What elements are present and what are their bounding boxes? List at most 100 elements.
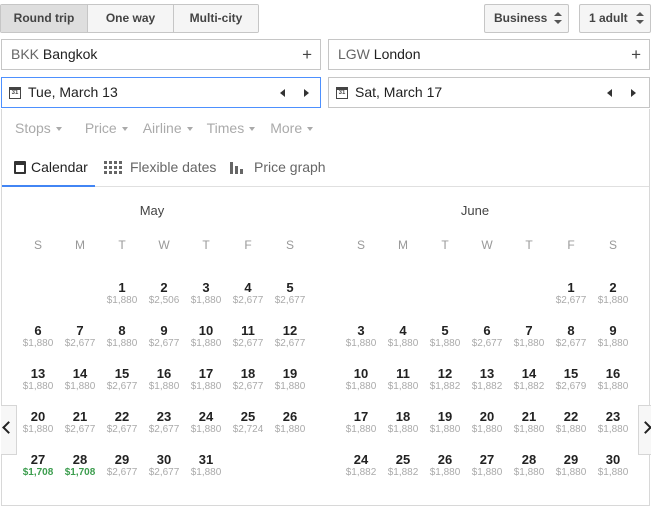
calendar-day[interactable]: 25 $2,724 [227, 410, 269, 436]
calendar-day[interactable]: 20 $1,880 [466, 410, 508, 436]
prev-day-icon[interactable] [607, 89, 612, 97]
day-price: $2,679 [555, 381, 587, 392]
add-origin-icon[interactable]: + [302, 40, 312, 69]
calendar-day[interactable]: 1 $1,880 [101, 281, 143, 307]
calendar-day[interactable]: 19 $1,880 [269, 367, 311, 393]
day-number: 9 [609, 323, 617, 338]
day-price: $2,506 [148, 295, 180, 306]
calendar-day[interactable]: 25 $1,882 [382, 453, 424, 479]
calendar-day[interactable]: 23 $2,677 [143, 410, 185, 436]
calendar-day[interactable]: 26 $1,880 [424, 453, 466, 479]
day-price: $1,880 [471, 467, 503, 478]
calendar-day[interactable]: 13 $1,882 [466, 367, 508, 393]
tab-calendar[interactable]: Calendar [2, 149, 95, 187]
day-price: $1,880 [22, 338, 54, 349]
calendar-day[interactable]: 18 $1,880 [382, 410, 424, 436]
calendar-day[interactable]: 12 $1,882 [424, 367, 466, 393]
filter-price[interactable]: Price [85, 120, 128, 136]
calendar-day[interactable]: 23 $1,880 [592, 410, 634, 436]
calendar-day[interactable]: 30 $1,880 [592, 453, 634, 479]
next-day-icon[interactable] [631, 89, 636, 97]
calendar-day[interactable]: 30 $2,677 [143, 453, 185, 479]
calendar-day[interactable]: 31 $1,880 [185, 453, 227, 479]
calendar-day[interactable]: 5 $1,880 [424, 324, 466, 350]
calendar-day[interactable]: 9 $2,677 [143, 324, 185, 350]
filter-stops[interactable]: Stops [15, 120, 62, 136]
calendar-day[interactable]: 16 $1,880 [592, 367, 634, 393]
one-way-button[interactable]: One way [88, 5, 174, 32]
day-number: 29 [563, 452, 579, 467]
calendar-day[interactable]: 17 $1,880 [340, 410, 382, 436]
calendar-day[interactable]: 5 $2,677 [269, 281, 311, 307]
origin-field[interactable]: BKK Bangkok + [1, 39, 321, 70]
calendar-day[interactable]: 22 $1,880 [550, 410, 592, 436]
calendar-day[interactable]: 14 $1,882 [508, 367, 550, 393]
day-price: $1,880 [555, 467, 587, 478]
calendar-day[interactable]: 26 $1,880 [269, 410, 311, 436]
next-day-icon[interactable] [304, 89, 309, 97]
calendar-day[interactable]: 15 $2,679 [550, 367, 592, 393]
calendar-day[interactable]: 1 $2,677 [550, 281, 592, 307]
previous-month-button[interactable] [1, 405, 17, 455]
calendar-day[interactable]: 3 $1,880 [340, 324, 382, 350]
calendar-day[interactable]: 15 $2,677 [101, 367, 143, 393]
filter-airline[interactable]: Airline [143, 120, 193, 136]
calendar-day[interactable]: 6 $1,880 [17, 324, 59, 350]
calendar-day[interactable]: 16 $1,880 [143, 367, 185, 393]
calendar-day[interactable]: 4 $2,677 [227, 281, 269, 307]
calendar-day[interactable]: 10 $1,880 [185, 324, 227, 350]
calendar-day[interactable]: 27 $1,708 [17, 453, 59, 479]
calendar-day[interactable]: 12 $2,677 [269, 324, 311, 350]
calendar-day[interactable]: 11 $1,880 [382, 367, 424, 393]
calendar-day[interactable]: 4 $1,880 [382, 324, 424, 350]
calendar-day[interactable]: 21 $2,677 [59, 410, 101, 436]
calendar-day[interactable]: 28 $1,708 [59, 453, 101, 479]
return-date-field[interactable]: 31 Sat, March 17 [328, 77, 650, 108]
calendar-day[interactable]: 9 $1,880 [592, 324, 634, 350]
calendar-day[interactable]: 17 $1,880 [185, 367, 227, 393]
date-picker-panel: Stops Price Airline Times More Calendar … [1, 109, 651, 506]
calendar-day[interactable]: 20 $1,880 [17, 410, 59, 436]
calendar-day[interactable]: 2 $2,506 [143, 281, 185, 307]
calendar-day[interactable]: 3 $1,880 [185, 281, 227, 307]
calendar-day[interactable]: 7 $1,880 [508, 324, 550, 350]
day-price: $1,880 [64, 381, 96, 392]
day-number: 7 [76, 323, 84, 338]
calendar-day[interactable]: 2 $1,880 [592, 281, 634, 307]
calendar-day[interactable]: 13 $1,880 [17, 367, 59, 393]
prev-day-icon[interactable] [280, 89, 285, 97]
weekday-header: S [608, 238, 617, 252]
calendar-day[interactable]: 14 $1,880 [59, 367, 101, 393]
calendar-day[interactable]: 8 $2,677 [550, 324, 592, 350]
calendar-day[interactable]: 19 $1,880 [424, 410, 466, 436]
calendar-day[interactable]: 24 $1,880 [185, 410, 227, 436]
multi-city-button[interactable]: Multi-city [174, 5, 258, 32]
next-month-button[interactable] [638, 405, 651, 455]
filter-times[interactable]: Times [207, 120, 255, 136]
calendar-day[interactable]: 29 $1,880 [550, 453, 592, 479]
calendar-day[interactable]: 27 $1,880 [466, 453, 508, 479]
calendar-day[interactable]: 24 $1,882 [340, 453, 382, 479]
day-price: $1,880 [106, 338, 138, 349]
calendar-day[interactable]: 6 $2,677 [466, 324, 508, 350]
passengers-dropdown[interactable]: 1 adult [579, 4, 651, 33]
tab-price-graph[interactable]: Price graph [229, 149, 326, 187]
destination-field[interactable]: LGW London + [328, 39, 650, 70]
day-number: 29 [114, 452, 130, 467]
tab-flexible-dates[interactable]: Flexible dates [104, 149, 216, 187]
day-price: $1,880 [190, 424, 222, 435]
calendar-day[interactable]: 22 $2,677 [101, 410, 143, 436]
calendar-day[interactable]: 11 $2,677 [227, 324, 269, 350]
round-trip-button[interactable]: Round trip [1, 5, 88, 32]
calendar-day[interactable]: 28 $1,880 [508, 453, 550, 479]
add-destination-icon[interactable]: + [631, 40, 641, 69]
calendar-day[interactable]: 10 $1,880 [340, 367, 382, 393]
calendar-day[interactable]: 18 $2,677 [227, 367, 269, 393]
calendar-day[interactable]: 29 $2,677 [101, 453, 143, 479]
departure-date-field[interactable]: 31 Tue, March 13 [1, 77, 321, 108]
calendar-day[interactable]: 21 $1,880 [508, 410, 550, 436]
cabin-class-dropdown[interactable]: Business [484, 4, 569, 33]
calendar-day[interactable]: 8 $1,880 [101, 324, 143, 350]
filter-more[interactable]: More [270, 120, 314, 136]
calendar-day[interactable]: 7 $2,677 [59, 324, 101, 350]
